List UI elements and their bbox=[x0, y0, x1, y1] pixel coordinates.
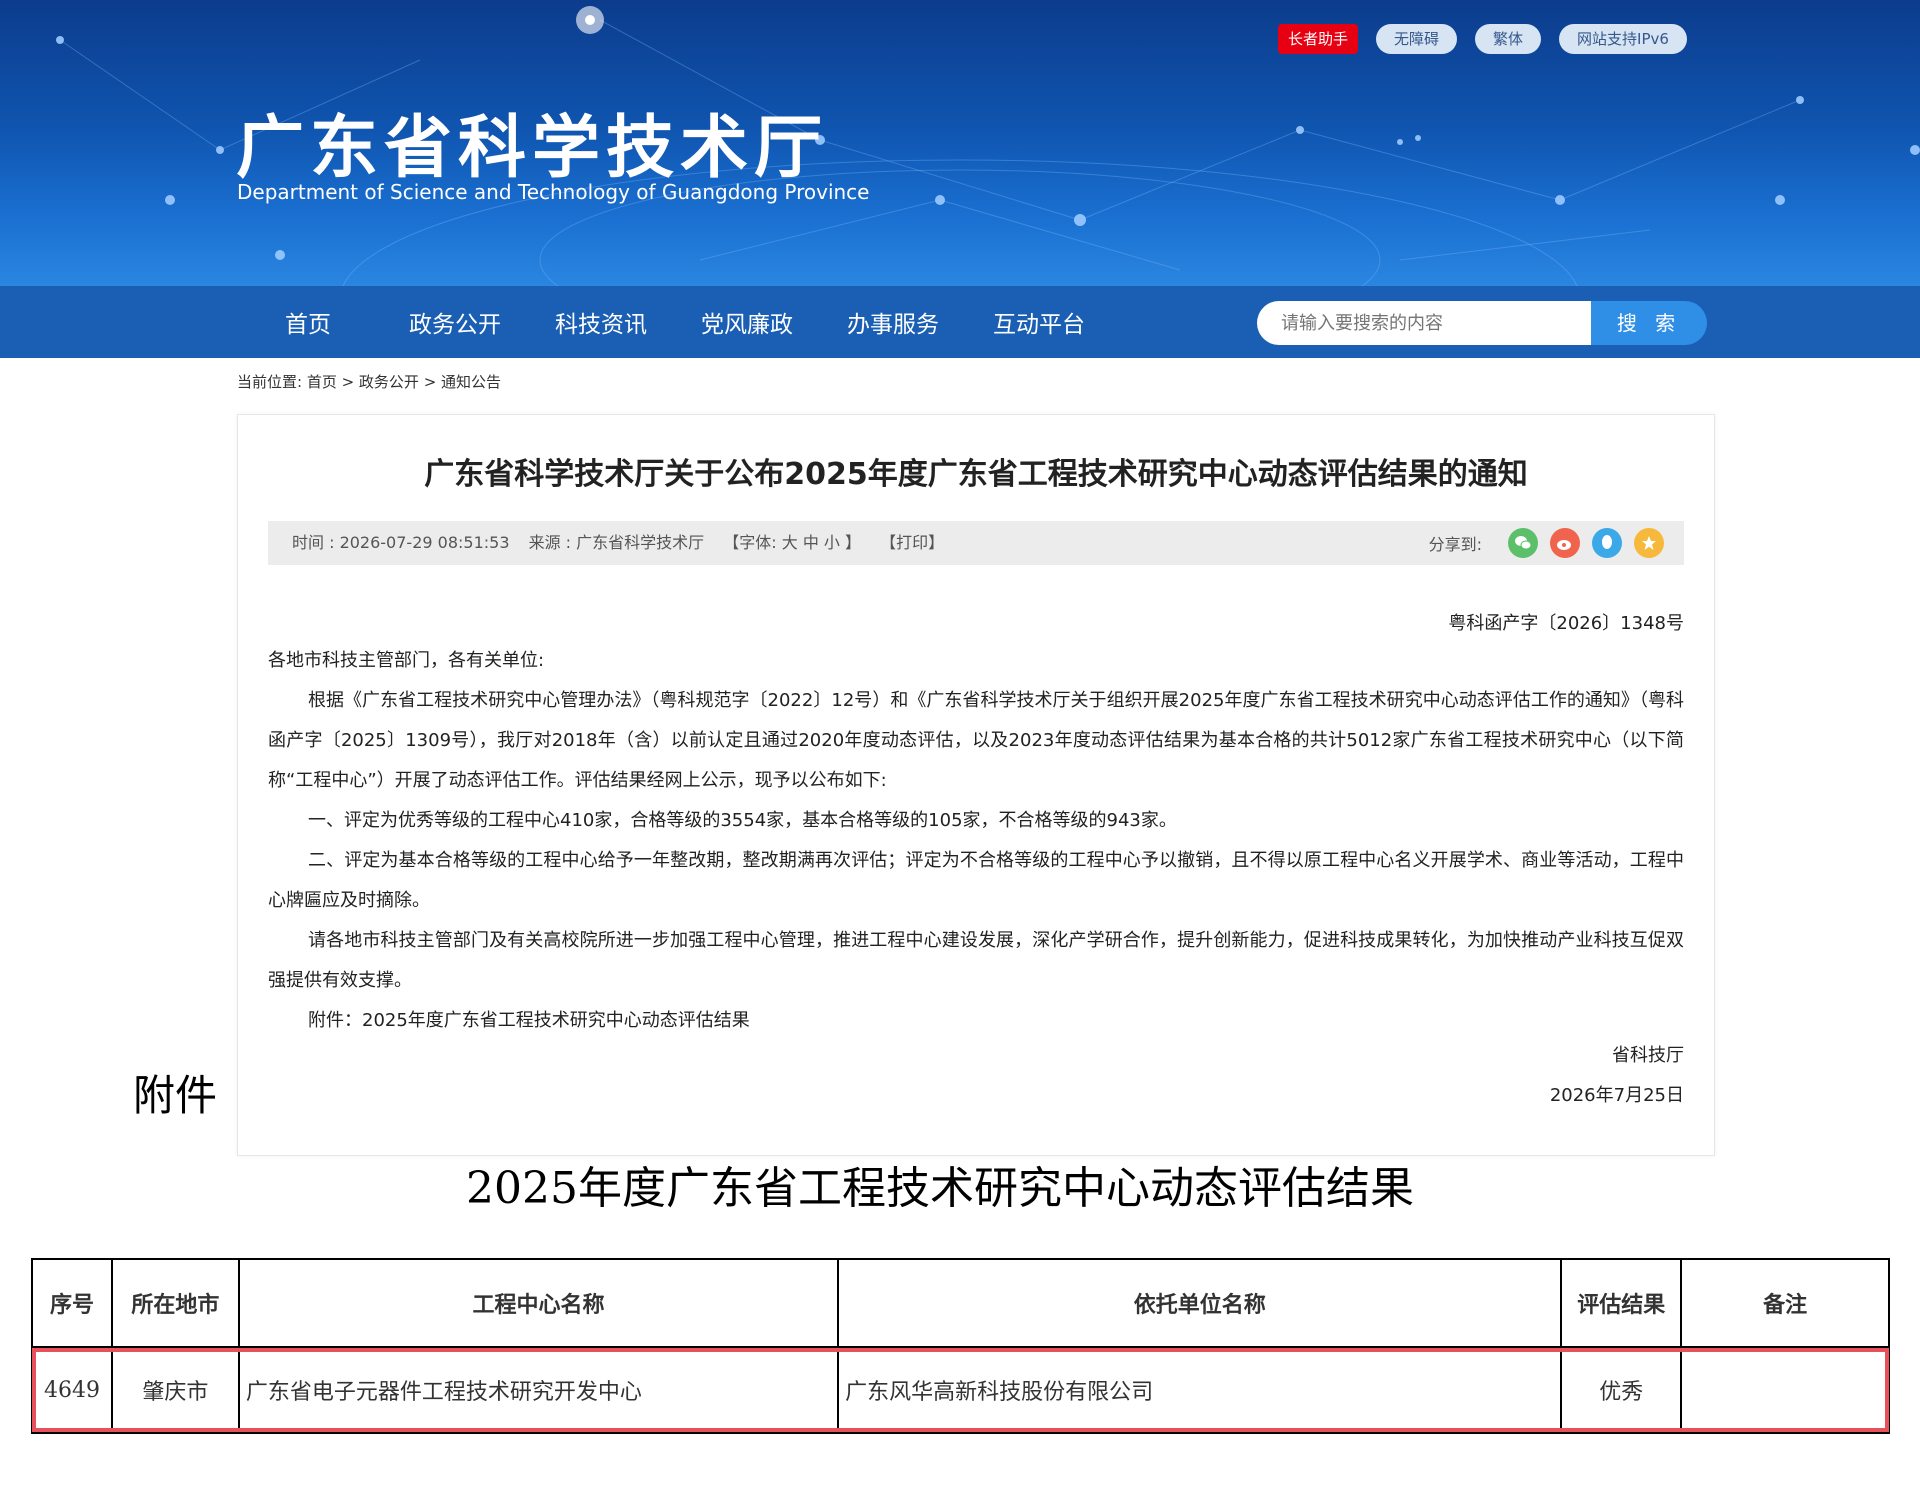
top-toolbar: 长者助手 无障碍 繁体 网站支持IPv6 bbox=[1278, 24, 1687, 54]
search-button[interactable]: 搜 索 bbox=[1591, 301, 1707, 345]
col-city: 所在地市 bbox=[110, 1258, 240, 1348]
nav-item-services[interactable]: 办事服务 bbox=[847, 305, 939, 339]
paragraph-request: 请各地市科技主管部门及有关高校院所进一步加强工程中心管理，推进工程中心建设发展，… bbox=[268, 930, 1684, 991]
article-meta-bar: 时间 : 2026-07-29 08:51:53 来源 : 广东省科学技术厅 【… bbox=[268, 521, 1684, 565]
cell-result: 优秀 bbox=[1560, 1346, 1683, 1434]
article-card: 广东省科学技术厅关于公布2025年度广东省工程技术研究中心动态评估结果的通知 时… bbox=[237, 414, 1715, 1156]
font-size-control[interactable]: 【字体: 大 中 小 】 bbox=[723, 533, 861, 552]
nav-item-home[interactable]: 首页 bbox=[285, 305, 331, 339]
site-title: 广东省科学技术厅 bbox=[236, 109, 829, 188]
nav-items: 首页 政务公开 科技资讯 党风廉政 办事服务 互动平台 bbox=[260, 286, 1139, 358]
results-table: 序号 所在地市 工程中心名称 依托单位名称 评估结果 备注 4649 肇庆市 广… bbox=[31, 1258, 1890, 1434]
qq-icon[interactable] bbox=[1592, 528, 1622, 558]
accessibility-button[interactable]: 无障碍 bbox=[1376, 24, 1458, 54]
favorite-icon[interactable] bbox=[1634, 528, 1664, 558]
attachment-link[interactable]: 附件：2025年度广东省工程技术研究中心动态评估结果 bbox=[268, 1001, 1684, 1041]
traditional-chinese-button[interactable]: 繁体 bbox=[1475, 24, 1542, 54]
attachment-title: 2025年度广东省工程技术研究中心动态评估结果 bbox=[466, 1163, 1414, 1214]
main-nav: 首页 政务公开 科技资讯 党风廉政 办事服务 互动平台 搜 索 bbox=[0, 286, 1920, 358]
cell-remark bbox=[1680, 1346, 1890, 1434]
weibo-icon[interactable] bbox=[1550, 528, 1580, 558]
search-input[interactable] bbox=[1257, 301, 1591, 345]
paragraph-results: 一、评定为优秀等级的工程中心410家，合格等级的3554家，基本合格等级的105… bbox=[308, 810, 1177, 831]
col-index: 序号 bbox=[31, 1258, 113, 1348]
wechat-icon[interactable] bbox=[1508, 528, 1538, 558]
paragraph-basis: 根据《广东省工程技术研究中心管理办法》（粤科规范字〔2022〕12号）和《广东省… bbox=[268, 690, 1684, 791]
site-subtitle: Department of Science and Technology of … bbox=[237, 180, 870, 204]
nav-item-government-affairs[interactable]: 政务公开 bbox=[409, 305, 501, 339]
paragraph-rectification: 二、评定为基本合格等级的工程中心给予一年整改期，整改期满再次评估；评定为不合格等… bbox=[268, 850, 1684, 911]
col-center-name: 工程中心名称 bbox=[237, 1258, 840, 1348]
col-host-unit: 依托单位名称 bbox=[837, 1258, 1563, 1348]
publish-time: 时间 : 2026-07-29 08:51:53 bbox=[292, 533, 510, 552]
article-title: 广东省科学技术厅关于公布2025年度广东省工程技术研究中心动态评估结果的通知 bbox=[424, 457, 1528, 492]
share-bar: 分享到: bbox=[1429, 528, 1664, 558]
table-header-row: 序号 所在地市 工程中心名称 依托单位名称 评估结果 备注 bbox=[31, 1258, 1890, 1348]
document-number: 粤科函产字〔2026〕1348号 bbox=[1448, 613, 1684, 634]
cell-center-name: 广东省电子元器件工程技术研究开发中心 bbox=[237, 1346, 840, 1434]
table-row: 4649 肇庆市 广东省电子元器件工程技术研究开发中心 广东风华高新科技股份有限… bbox=[31, 1346, 1890, 1434]
attachment-label: 附件 bbox=[133, 1071, 218, 1120]
nav-item-interaction[interactable]: 互动平台 bbox=[993, 305, 1085, 339]
site-banner: 广东省科学技术厅 Department of Science and Techn… bbox=[0, 0, 1920, 286]
print-link[interactable]: 【打印】 bbox=[880, 533, 944, 552]
nav-item-integrity[interactable]: 党风廉政 bbox=[701, 305, 793, 339]
elder-assistant-button[interactable]: 长者助手 bbox=[1278, 24, 1359, 54]
search-box: 搜 索 bbox=[1257, 301, 1707, 345]
source: 来源 : 广东省科学技术厅 bbox=[528, 533, 705, 552]
cell-city: 肇庆市 bbox=[110, 1346, 240, 1434]
breadcrumb[interactable]: 当前位置: 首页 > 政务公开 > 通知公告 bbox=[237, 371, 501, 392]
col-result: 评估结果 bbox=[1560, 1258, 1683, 1348]
cell-host-unit: 广东风华高新科技股份有限公司 bbox=[837, 1346, 1563, 1434]
nav-item-tech-news[interactable]: 科技资讯 bbox=[555, 305, 647, 339]
signature-date: 2026年7月25日 bbox=[1549, 1085, 1684, 1106]
ipv6-badge[interactable]: 网站支持IPv6 bbox=[1559, 24, 1687, 54]
share-label: 分享到: bbox=[1428, 535, 1482, 554]
signature: 省科技厅 bbox=[1612, 1045, 1684, 1066]
salutation: 各地市科技主管部门，各有关单位: bbox=[268, 650, 545, 671]
meta-info: 时间 : 2026-07-29 08:51:53 来源 : 广东省科学技术厅 【… bbox=[292, 521, 958, 565]
cell-index: 4649 bbox=[31, 1346, 113, 1434]
col-remark: 备注 bbox=[1680, 1258, 1890, 1348]
